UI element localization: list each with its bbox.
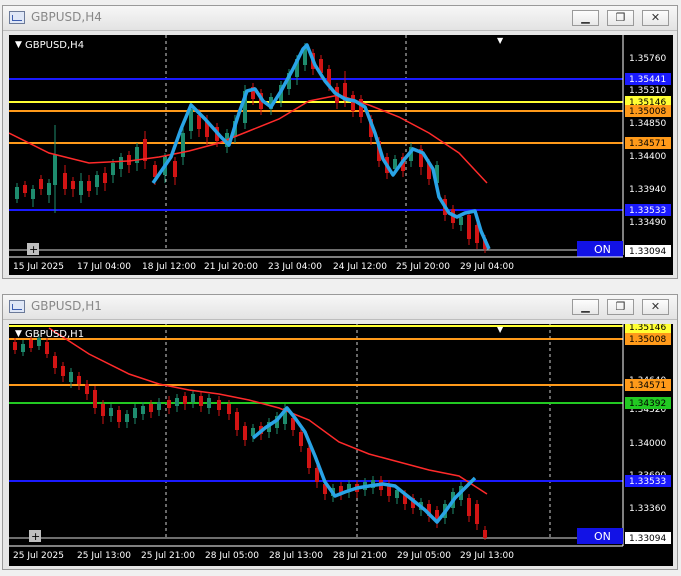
time-label: 25 Jul 13:00 [77, 551, 131, 561]
candles [15, 43, 487, 253]
price-chart-h4: ▼ GBPUSD,H4 ▼ 1.35760 1.35310 1.34850 1.… [9, 35, 671, 272]
price-label: 1.35760 [629, 54, 666, 64]
time-label: 28 Jul 21:00 [333, 551, 387, 561]
minimize-button[interactable]: ▁ [572, 10, 599, 26]
shift-marker-icon: ▼ [497, 36, 504, 45]
chart-symbol-text: GBPUSD,H1 [25, 329, 84, 340]
chart-canvas[interactable]: ▼ GBPUSD,H4 ▼ 1.35760 1.35310 1.34850 1.… [9, 35, 673, 275]
window-titlebar[interactable]: GBPUSD,H4 ▁ ❐ ✕ [3, 6, 677, 31]
price-label: 1.34400 [629, 152, 666, 162]
on-button-label: ON [594, 530, 611, 543]
level-tag: 1.33533 [629, 477, 666, 487]
time-axis: 25 Jul 2025 25 Jul 13:00 25 Jul 21:00 28… [13, 551, 514, 561]
time-label: 24 Jul 12:00 [333, 262, 387, 272]
price-label: 1.33360 [629, 504, 666, 514]
on-button-label: ON [594, 243, 611, 256]
moving-average-line [48, 327, 488, 495]
price-label: 1.34000 [629, 439, 666, 449]
chart-window-icon [9, 300, 25, 313]
candles [13, 334, 487, 540]
time-label: 28 Jul 05:00 [205, 551, 259, 561]
level-tag: 1.33094 [629, 534, 666, 544]
time-label: 18 Jul 12:00 [142, 262, 196, 272]
close-button[interactable]: ✕ [642, 299, 669, 315]
svg-text:+: + [31, 530, 40, 543]
window-title: GBPUSD,H1 [31, 299, 102, 313]
chart-window-h1[interactable]: GBPUSD,H1 ▁ ❐ ✕ ▼ GBPUSD,H1 ▼ 1.34320 1.… [2, 294, 678, 570]
chart-symbol-label: ▼ [15, 40, 22, 50]
level-tag: 1.33533 [629, 206, 666, 216]
zigzag-line [251, 406, 477, 524]
price-label: 1.35310 [629, 86, 666, 96]
restore-button[interactable]: ❐ [607, 10, 634, 26]
time-label: 29 Jul 04:00 [460, 262, 514, 272]
time-label: 15 Jul 2025 [13, 262, 64, 272]
price-label: 1.33490 [629, 218, 666, 228]
chart-window-icon [9, 11, 25, 24]
shift-marker-icon: ▼ [497, 325, 504, 334]
chart-window-h4[interactable]: GBPUSD,H4 ▁ ❐ ✕ ▼ GBPUSD,H4 ▼ 1.35760 1.… [2, 5, 678, 279]
minimize-button[interactable]: ▁ [572, 299, 599, 315]
level-tag: 1.33094 [629, 247, 666, 257]
time-label: 29 Jul 13:00 [460, 551, 514, 561]
level-tag: 1.35441 [629, 75, 666, 85]
close-button[interactable]: ✕ [642, 10, 669, 26]
level-tags: 1.35441 1.35146 1.35008 1.34571 1.33533 … [625, 73, 671, 257]
chart-symbol-label: ▼ [15, 329, 22, 339]
moving-average-line [9, 94, 488, 184]
window-titlebar[interactable]: GBPUSD,H1 ▁ ❐ ✕ [3, 295, 677, 320]
restore-button[interactable]: ❐ [607, 299, 634, 315]
time-label: 23 Jul 04:00 [268, 262, 322, 272]
time-label: 17 Jul 04:00 [77, 262, 131, 272]
level-tag: 1.34571 [629, 139, 666, 149]
time-axis: 15 Jul 2025 17 Jul 04:00 18 Jul 12:00 21… [13, 262, 514, 272]
level-tag: 1.34392 [629, 399, 666, 409]
level-tag: 1.35146 [629, 324, 666, 333]
level-tag: 1.34571 [629, 381, 666, 391]
time-label: 25 Jul 20:00 [396, 262, 450, 272]
time-label: 21 Jul 20:00 [204, 262, 258, 272]
chart-canvas[interactable]: ▼ GBPUSD,H1 ▼ 1.34640 1.34320 1.34000 1.… [9, 324, 673, 566]
level-tag: 1.35008 [629, 107, 666, 117]
window-title: GBPUSD,H4 [31, 10, 102, 24]
svg-text:+: + [29, 243, 38, 256]
time-label: 28 Jul 13:00 [269, 551, 323, 561]
level-tag: 1.35008 [629, 335, 666, 345]
chart-symbol-text: GBPUSD,H4 [25, 40, 84, 51]
price-label: 1.33940 [629, 185, 666, 195]
price-chart-h1: ▼ GBPUSD,H1 ▼ 1.34640 1.34320 1.34000 1.… [9, 324, 671, 561]
time-label: 25 Jul 2025 [13, 551, 64, 561]
time-label: 29 Jul 05:00 [397, 551, 451, 561]
price-label: 1.34850 [629, 119, 666, 129]
time-label: 25 Jul 21:00 [141, 551, 195, 561]
price-axis: 1.34640 1.34320 1.34000 1.33690 1.33360 [629, 376, 666, 514]
